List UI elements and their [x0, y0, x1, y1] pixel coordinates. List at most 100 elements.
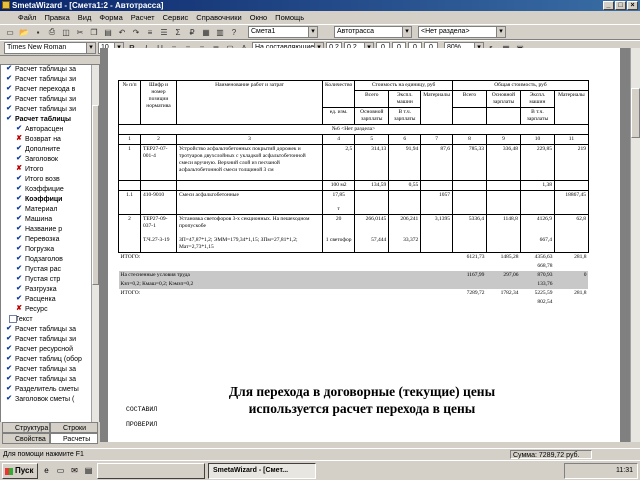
ie-icon[interactable]: e: [41, 465, 52, 476]
menu-item[interactable]: Вид: [74, 13, 96, 22]
copy-icon[interactable]: ❐: [88, 26, 100, 38]
task-button-other[interactable]: [97, 462, 205, 479]
tree-item[interactable]: Текст: [1, 315, 99, 325]
tree-item-label: Машина: [25, 216, 53, 223]
table-row[interactable]: 100 м2 134,59 0,55 1,38: [118, 180, 589, 191]
menu-item[interactable]: Форма: [95, 13, 126, 22]
cell: 2: [118, 214, 141, 253]
calc-icon[interactable]: Σ: [172, 26, 184, 38]
menu-item[interactable]: Справочники: [192, 13, 245, 22]
tree-item[interactable]: ✔ Расчет таблицы зи: [1, 335, 99, 345]
cell: 297,06: [486, 271, 521, 280]
col-num: 5: [354, 134, 390, 145]
insert-row-icon[interactable]: ≡: [144, 26, 156, 38]
document-scroll-thumb[interactable]: [631, 88, 640, 138]
close-button[interactable]: ×: [627, 1, 638, 10]
chart-icon[interactable]: ▥: [214, 26, 226, 38]
desktop-icon[interactable]: ▭: [55, 465, 66, 476]
outlook-icon[interactable]: ✉: [69, 465, 80, 476]
tree-item-label: Расчет таблицы зи: [15, 336, 77, 343]
maximize-button[interactable]: □: [615, 1, 626, 10]
tree-item[interactable]: ✔ Расценка: [1, 295, 99, 305]
tree-item[interactable]: ✔ Расчет таблицы зи: [1, 95, 99, 105]
delete-row-icon[interactable]: ☰: [158, 26, 170, 38]
new-icon[interactable]: ▭: [4, 26, 16, 38]
tree-item-label: Расчет таблицы за: [15, 366, 77, 373]
section-select[interactable]: <Нет раздела>: [418, 26, 506, 38]
menu-item[interactable]: Сервис: [159, 13, 193, 22]
tab-rows[interactable]: Строки: [50, 422, 98, 433]
tree-item[interactable]: ✘ Итого: [1, 165, 99, 175]
tree-item[interactable]: ✔ Материал: [1, 205, 99, 215]
tree-item[interactable]: ✘ Ресурс: [1, 305, 99, 315]
tree-item[interactable]: ✔ Заголовок сметы (: [1, 395, 99, 405]
minimize-button[interactable]: _: [603, 1, 614, 10]
tree-item[interactable]: ✔ Коэффици: [1, 195, 99, 205]
menu-item[interactable]: Расчет: [127, 13, 159, 22]
tab-structure[interactable]: Структура: [2, 422, 50, 433]
tree-item[interactable]: ✔ Расчет таблицы: [1, 115, 99, 125]
font-select[interactable]: Times New Roman: [4, 42, 96, 54]
estimate-select[interactable]: Смета1: [248, 26, 318, 38]
paste-icon[interactable]: ▤: [102, 26, 114, 38]
undo-icon[interactable]: ↶: [116, 26, 128, 38]
tree-item[interactable]: ✔ Расчет таблицы зи: [1, 105, 99, 115]
menu-item[interactable]: Файл: [14, 13, 40, 22]
help-icon[interactable]: ?: [228, 26, 240, 38]
cell: 785,33: [451, 144, 487, 181]
tree-item[interactable]: ✔ Коэффицие: [1, 185, 99, 195]
col-num: 4: [321, 134, 356, 145]
tree-item[interactable]: ✔ Пустая рас: [1, 265, 99, 275]
tree-item[interactable]: ✔ Машина: [1, 215, 99, 225]
table-row[interactable]: 2 ТЕР27-09-037-1 Т.Ч.27-3-19 Установка св…: [118, 214, 589, 253]
object-select[interactable]: Автотрасса: [334, 26, 412, 38]
tree-item[interactable]: ✔ Расчет ресурсной: [1, 345, 99, 355]
tree-item[interactable]: ✔ Погрузка: [1, 245, 99, 255]
preview-icon[interactable]: ◫: [60, 26, 72, 38]
cell: 3,1395: [420, 214, 453, 253]
tree-item[interactable]: ✔ Перевозка: [1, 235, 99, 245]
tree-item[interactable]: ✔ Расчет таблицы за: [1, 365, 99, 375]
structure-tree[interactable]: ✔ Расчет таблицы за ✔ Расчет таблицы зи ✔ Рас…: [0, 64, 100, 430]
start-button[interactable]: Пуск: [2, 462, 38, 479]
tree-item[interactable]: ✔ Разгрузка: [1, 285, 99, 295]
tree-item[interactable]: ✔ Разделитель сметы: [1, 385, 99, 395]
print-icon[interactable]: ⎙: [46, 26, 58, 38]
tree-item[interactable]: ✔ Дополните: [1, 145, 99, 155]
table-row[interactable]: 1 ТЕР27-07-001-4 Устройство асфальтобето…: [118, 144, 589, 181]
tree-item[interactable]: ✔ Пустая стр: [1, 275, 99, 285]
task-button-smetawizard[interactable]: SmetaWizard - [Смет...: [208, 462, 316, 479]
check-icon: ✔: [6, 65, 12, 73]
tree-item[interactable]: ✔ Расчет таблицы за: [1, 325, 99, 335]
tree-item[interactable]: ✘ Возврат на: [1, 135, 99, 145]
tree-item-label: Подзаголов: [25, 256, 63, 263]
table-row[interactable]: 1.1 410-9010 Смеси асфальтобетонные 17,8…: [118, 190, 589, 215]
tree-item[interactable]: ✔ Заголовок: [1, 155, 99, 165]
tree-item[interactable]: ✔ Расчет таблицы зи: [1, 75, 99, 85]
cell: 1: [118, 144, 141, 181]
open-icon[interactable]: 📂: [18, 26, 30, 38]
tree-item[interactable]: ✔ Авторасцен: [1, 125, 99, 135]
check-icon: ✔: [6, 85, 12, 93]
explorer-icon[interactable]: ▤: [83, 465, 94, 476]
tree-item[interactable]: ✔ Расчет таблицы за: [1, 65, 99, 75]
menu-item[interactable]: Окно: [246, 13, 271, 22]
cell: 20 1 светофор: [321, 214, 356, 253]
tree-item[interactable]: ✔ Итого возв: [1, 175, 99, 185]
table-icon[interactable]: ▦: [200, 26, 212, 38]
tab-properties[interactable]: Свойства: [2, 433, 50, 444]
cut-icon[interactable]: ✂: [74, 26, 86, 38]
menu-item[interactable]: Помощь: [271, 13, 308, 22]
tree-item[interactable]: ✔ Расчет перехода в: [1, 85, 99, 95]
tree-item[interactable]: ✔ Расчет таблицы за: [1, 375, 99, 385]
tree-item[interactable]: ✔ Название р: [1, 225, 99, 235]
document-scrollbar[interactable]: [630, 48, 640, 442]
tree-item[interactable]: ✔ Расчет таблиц (обор: [1, 355, 99, 365]
tab-calculations[interactable]: Расчеты: [50, 433, 98, 444]
check-icon: ✔: [6, 385, 12, 393]
redo-icon[interactable]: ↷: [130, 26, 142, 38]
menu-item[interactable]: Правка: [40, 13, 73, 22]
save-icon[interactable]: ▪: [32, 26, 44, 38]
tree-item[interactable]: ✔ Подзаголов: [1, 255, 99, 265]
ruble-icon[interactable]: ₽: [186, 26, 198, 38]
